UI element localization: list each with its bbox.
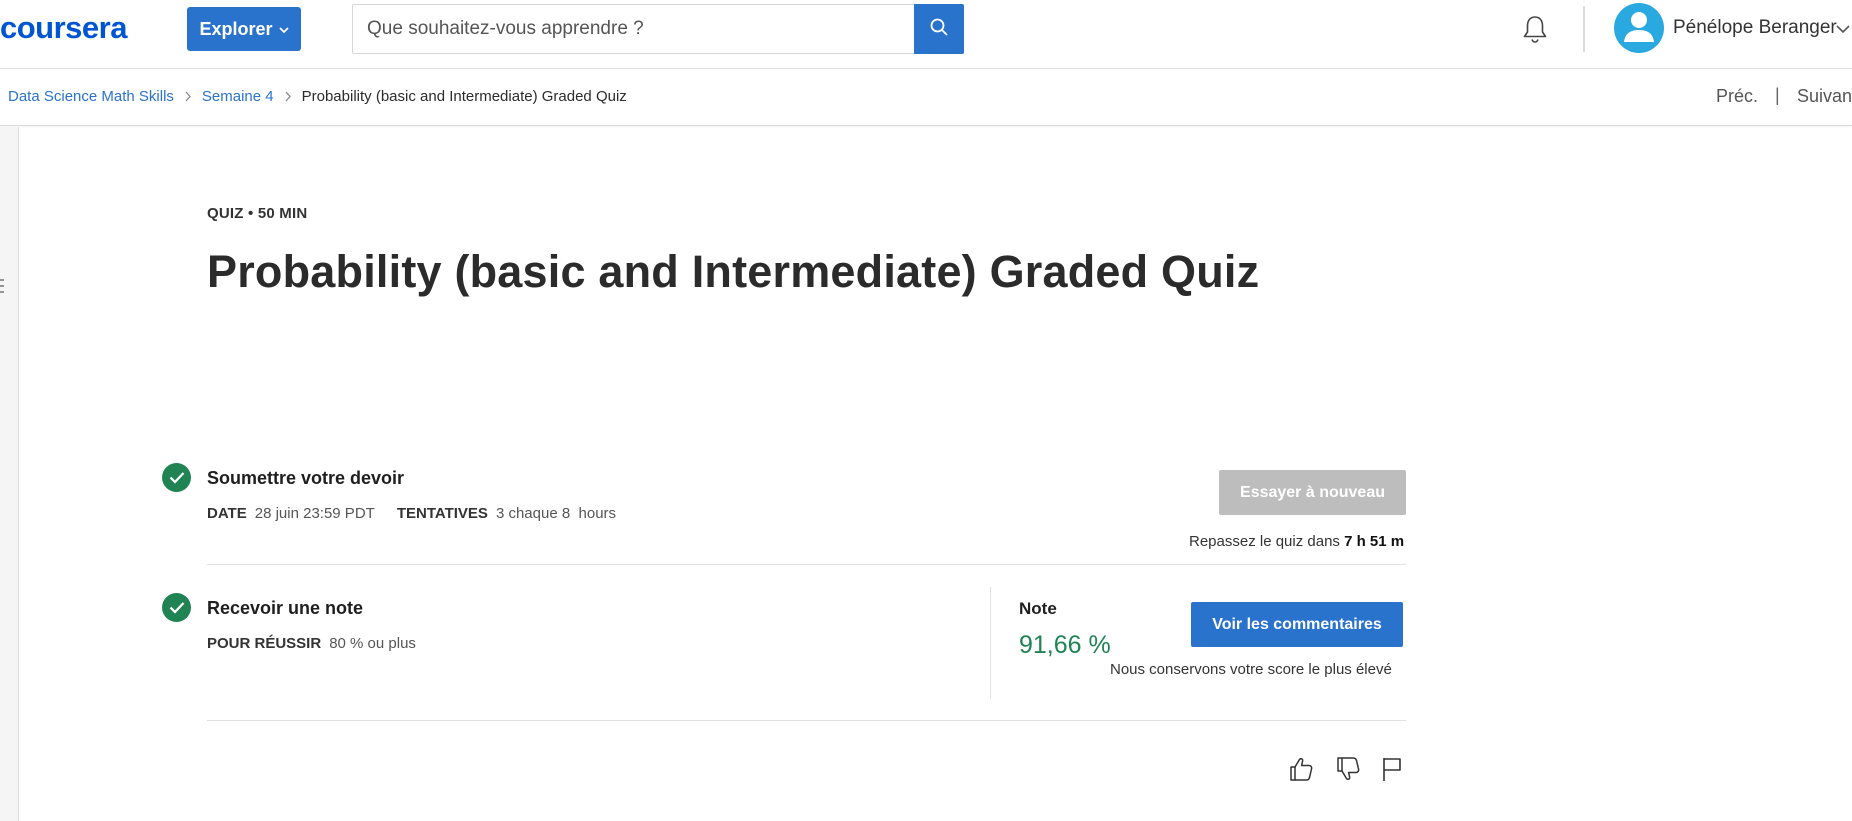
- chevron-right-icon: [184, 89, 192, 105]
- like-button[interactable]: [1286, 756, 1316, 786]
- retry-note-prefix: Repassez le quiz dans: [1189, 533, 1345, 550]
- check-circle-icon: [162, 593, 191, 622]
- search-icon: [929, 17, 949, 42]
- left-sidebar-collapsed: [0, 127, 19, 821]
- user-name[interactable]: Pénélope Beranger: [1673, 17, 1837, 39]
- dislike-button[interactable]: [1333, 756, 1363, 786]
- divider: [207, 564, 1406, 565]
- coursera-logo[interactable]: coursera: [0, 6, 127, 50]
- bell-icon: [1521, 14, 1549, 49]
- grade-meta: POUR RÉUSSIR 80 % ou plus: [207, 635, 416, 652]
- page-title: Probability (basic and Intermediate) Gra…: [207, 246, 1260, 297]
- view-feedback-button[interactable]: Voir les commentaires: [1191, 602, 1403, 647]
- breadcrumb-course-link[interactable]: Data Science Math Skills: [8, 88, 174, 105]
- submit-heading: Soumettre votre devoir: [207, 468, 405, 488]
- chevron-right-icon: [284, 89, 292, 105]
- search-input[interactable]: [353, 5, 915, 53]
- retry-note-time: 7 h 51 m: [1344, 533, 1405, 550]
- nav-separator: |: [1775, 85, 1780, 105]
- breadcrumb-week-link[interactable]: Semaine 4: [202, 88, 274, 105]
- pass-key: POUR RÉUSSIR: [207, 635, 322, 652]
- grade-label: Note: [1019, 599, 1057, 618]
- due-value: 28 juin 23:59 PDT: [254, 505, 375, 522]
- top-header: coursera Explorer Que souhaitez-vous app…: [0, 0, 1852, 69]
- chevron-down-icon: [278, 23, 289, 37]
- grade-heading: Recevoir une note: [207, 598, 364, 618]
- user-avatar-icon: [1614, 3, 1664, 53]
- breadcrumb: Data Science Math Skills Semaine 4 Proba…: [8, 88, 627, 105]
- explore-button[interactable]: Explorer: [187, 7, 301, 51]
- breadcrumb-current: Probability (basic and Intermediate) Gra…: [301, 88, 627, 105]
- thumbs-down-icon: [1334, 755, 1362, 788]
- keep-highest-note: Nous conservons votre score le plus élev…: [1110, 661, 1392, 678]
- divider: [207, 720, 1406, 721]
- flag-icon: [1379, 755, 1405, 788]
- due-key: DATE: [207, 505, 247, 522]
- search-button[interactable]: [914, 4, 964, 54]
- previous-item-link[interactable]: Préc.: [1716, 86, 1758, 107]
- breadcrumb-bar: Data Science Math Skills Semaine 4 Proba…: [0, 69, 1852, 126]
- grade-divider: [990, 587, 991, 699]
- chevron-down-icon[interactable]: [1834, 20, 1852, 38]
- check-circle-icon: [162, 463, 191, 492]
- submit-meta: DATE 28 juin 23:59 PDT TENTATIVES 3 chaque …: [207, 505, 616, 522]
- attempts-value: 3 chaque 8 hours: [495, 505, 617, 522]
- explore-button-label: Explorer: [199, 18, 273, 39]
- retry-button[interactable]: Essayer à nouveau: [1219, 470, 1406, 515]
- attempts-key: TENTATIVES: [396, 505, 488, 522]
- pass-value: 80 % ou plus: [329, 635, 416, 652]
- notifications-button[interactable]: [1518, 14, 1552, 48]
- retry-note: Repassez le quiz dans 7 h 51 m: [1189, 533, 1404, 550]
- sidebar-toggle-icon[interactable]: [0, 277, 5, 295]
- user-avatar[interactable]: [1614, 3, 1664, 53]
- next-item-link[interactable]: Suivan: [1797, 86, 1852, 107]
- grade-value: 91,66 %: [1019, 631, 1111, 659]
- thumbs-up-icon: [1287, 755, 1315, 788]
- quiz-kicker: QUIZ • 50 MIN: [207, 205, 308, 222]
- report-button[interactable]: [1377, 756, 1407, 786]
- header-divider: [1583, 6, 1585, 52]
- search-bar: [352, 4, 964, 54]
